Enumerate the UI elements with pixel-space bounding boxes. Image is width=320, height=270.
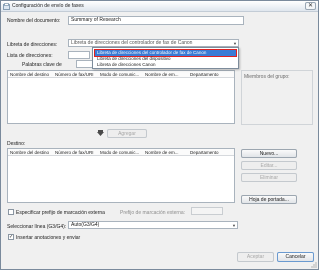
- external-prefix-checkbox[interactable]: [8, 209, 14, 215]
- accept-button[interactable]: Aceptar: [237, 252, 274, 262]
- close-button[interactable]: ✕: [305, 2, 316, 10]
- arrow-down-icon: [97, 130, 104, 136]
- annotations-checkbox-label: Insertar anotaciones y enviar: [16, 235, 81, 241]
- edit-destination-button[interactable]: Editar...: [241, 161, 297, 170]
- column-header[interactable]: Modo de comunic...: [100, 150, 139, 155]
- column-header[interactable]: Nombre de em...: [145, 72, 179, 77]
- chevron-down-icon: ▼: [233, 41, 237, 46]
- destination-header: Nombre del destino Número de fax/URI Mod…: [8, 149, 234, 156]
- add-button[interactable]: Agregar: [107, 129, 147, 138]
- external-prefix-checkbox-label: Especificar prefijo de marcación externa: [16, 210, 105, 216]
- chevron-down-icon: ▼: [232, 223, 236, 228]
- destination-label: Destino:: [7, 141, 26, 147]
- dropdown-option[interactable]: Libreta de direcciones Canon: [95, 62, 236, 68]
- address-book-dropdown-list: Libreta de direcciones del controlador d…: [92, 47, 239, 69]
- title-bar: Configuración de envío de faxes ✕: [1, 1, 318, 12]
- column-header[interactable]: Nombre de em...: [145, 150, 179, 155]
- group-members-label: Miembros del grupo:: [244, 74, 290, 80]
- column-header[interactable]: Modo de comunic...: [100, 72, 139, 77]
- group-members-panel: Miembros del grupo:: [241, 70, 313, 125]
- destination-table[interactable]: Nombre del destino Número de fax/URI Mod…: [7, 148, 235, 203]
- line-select-value: Auto(G3/G4): [71, 222, 100, 228]
- document-name-label: Nombre del documento:: [7, 18, 61, 24]
- address-book-label: Libreta de direcciones:: [7, 42, 58, 48]
- cancel-button[interactable]: Cancelar: [277, 252, 314, 262]
- line-select-label: Seleccionar línea (G3/G4):: [7, 224, 67, 230]
- cover-sheet-button[interactable]: Hoja de portada...: [241, 195, 297, 204]
- address-list-filter-input[interactable]: [68, 51, 90, 59]
- new-destination-button[interactable]: Nuevo...: [241, 149, 297, 158]
- fax-app-icon: [3, 3, 10, 10]
- resize-grip-icon[interactable]: [311, 262, 317, 268]
- window-title: Configuración de envío de faxes: [12, 3, 84, 9]
- column-header[interactable]: Número de fax/URI: [55, 72, 94, 77]
- external-prefix-input[interactable]: [191, 207, 223, 215]
- address-list-header: Nombre del destino Número de fax/URI Mod…: [8, 71, 234, 78]
- column-header[interactable]: Departamento: [190, 72, 219, 77]
- keyword-label: Palabras clave de: [22, 62, 62, 68]
- column-header[interactable]: Nombre del destino: [10, 150, 49, 155]
- document-name-input[interactable]: Summary of Research: [68, 16, 244, 25]
- column-header[interactable]: Departamento: [190, 150, 219, 155]
- address-book-select[interactable]: Libreta de direcciones del controlador d…: [68, 39, 239, 47]
- column-header[interactable]: Nombre del destino: [10, 72, 49, 77]
- address-book-selected-value: Libreta de direcciones del controlador d…: [71, 40, 193, 46]
- external-prefix-field-label: Prefijo de marcación externa:: [120, 210, 186, 216]
- column-header[interactable]: Número de fax/URI: [55, 150, 94, 155]
- line-select[interactable]: Auto(G3/G4) ▼: [68, 221, 238, 229]
- address-list-table[interactable]: Nombre del destino Número de fax/URI Mod…: [7, 70, 235, 124]
- address-list-label: Lista de direcciones:: [7, 53, 53, 59]
- annotations-checkbox[interactable]: ✓: [8, 234, 14, 240]
- fax-settings-dialog: Configuración de envío de faxes ✕ Nombre…: [0, 0, 319, 270]
- delete-destination-button[interactable]: Eliminar: [241, 173, 297, 182]
